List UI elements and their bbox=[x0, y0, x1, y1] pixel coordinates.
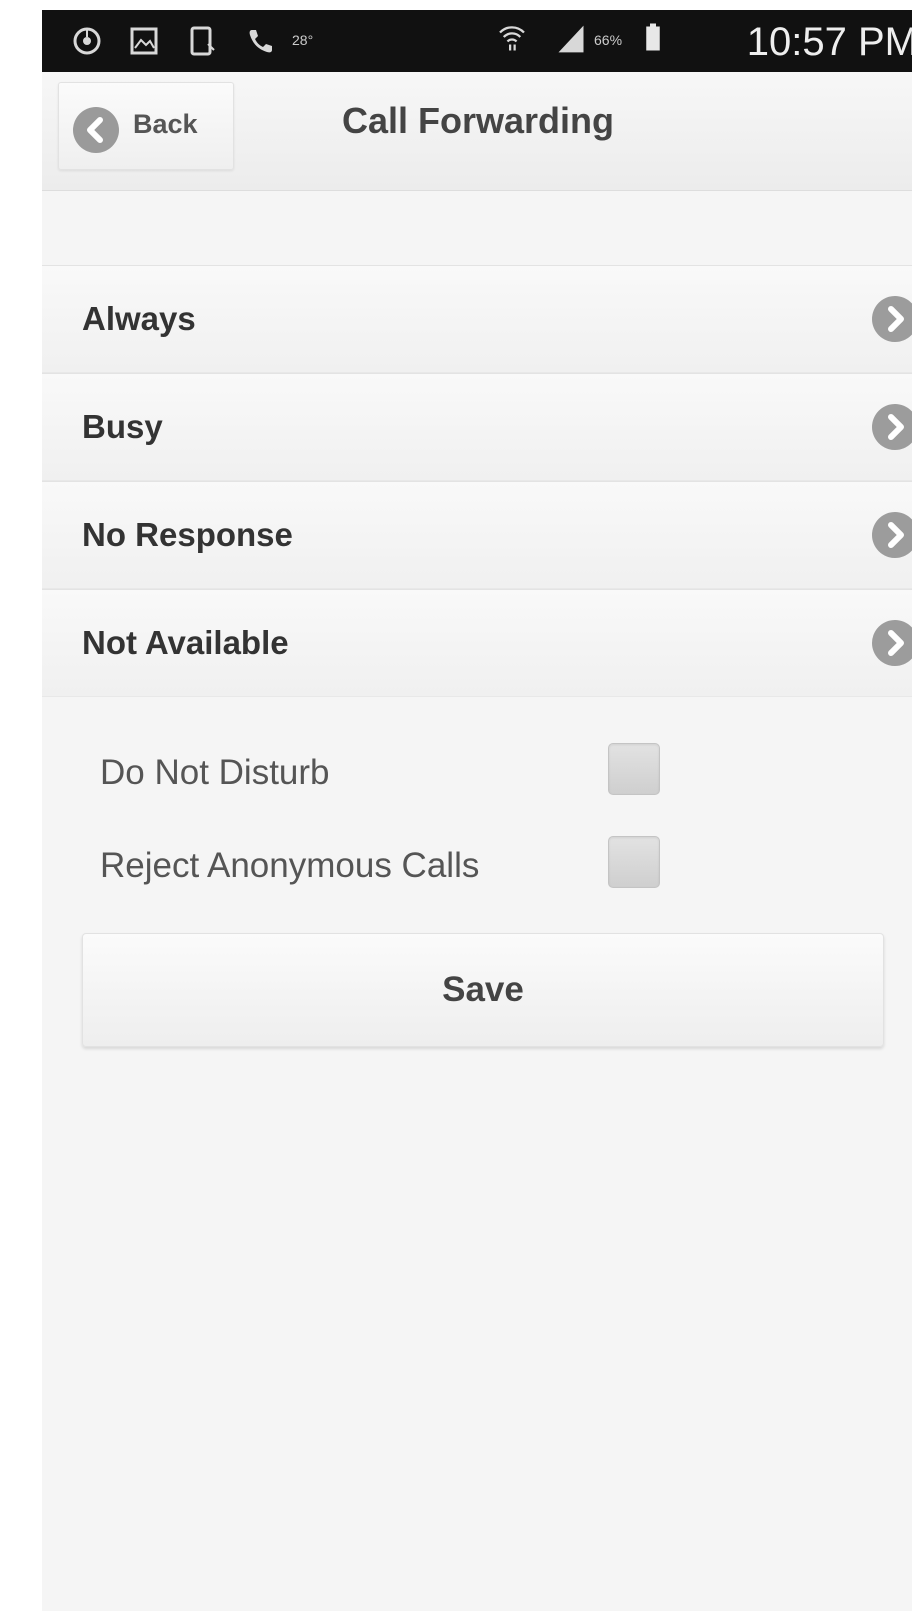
list-item-not-available[interactable]: Not Available bbox=[42, 589, 912, 697]
list-item-label: No Response bbox=[82, 516, 293, 553]
back-button[interactable]: Back bbox=[58, 82, 234, 170]
list-item-no-response[interactable]: No Response bbox=[42, 481, 912, 589]
clock: 10:57 PM bbox=[746, 20, 912, 64]
reject-anonymous-row: Reject Anonymous Calls bbox=[100, 836, 700, 896]
chevron-right-icon bbox=[872, 620, 912, 666]
reject-anonymous-label: Reject Anonymous Calls bbox=[100, 846, 480, 885]
back-button-label: Back bbox=[133, 109, 198, 139]
battery-percent-label: 66% bbox=[594, 32, 623, 48]
save-button[interactable]: Save bbox=[82, 933, 884, 1047]
do-not-disturb-checkbox[interactable] bbox=[608, 743, 660, 795]
status-bar: 28° 66% 10:57 PM bbox=[42, 10, 912, 72]
do-not-disturb-label: Do Not Disturb bbox=[100, 753, 330, 792]
page-title: Call Forwarding bbox=[342, 100, 615, 141]
back-arrow-icon bbox=[73, 107, 119, 153]
chrome-icon bbox=[73, 27, 101, 55]
list-item-always[interactable]: Always bbox=[42, 265, 912, 373]
do-not-disturb-row: Do Not Disturb bbox=[100, 743, 700, 803]
screenshot-icon bbox=[190, 26, 215, 56]
chevron-right-icon bbox=[872, 404, 912, 450]
list-item-label: Always bbox=[82, 300, 196, 337]
list-item-label: Not Available bbox=[82, 624, 289, 661]
chevron-right-icon bbox=[872, 512, 912, 558]
list-item-busy[interactable]: Busy bbox=[42, 373, 912, 481]
image-icon bbox=[130, 27, 158, 55]
save-button-label: Save bbox=[442, 970, 524, 1009]
temperature-label: 28° bbox=[292, 32, 314, 48]
list-item-label: Busy bbox=[82, 408, 163, 445]
battery-icon bbox=[646, 23, 660, 51]
header-bar: Back Call Forwarding bbox=[42, 72, 912, 191]
signal-icon bbox=[558, 25, 584, 53]
wifi-icon bbox=[499, 26, 525, 51]
app-screen: 28° 66% 10:57 PM Back Call Forwarding Al… bbox=[42, 10, 912, 1611]
reject-anonymous-checkbox[interactable] bbox=[608, 836, 660, 888]
phone-icon bbox=[249, 30, 272, 53]
forwarding-list: Always Busy No Response Not Available bbox=[42, 265, 912, 697]
chevron-right-icon bbox=[872, 296, 912, 342]
